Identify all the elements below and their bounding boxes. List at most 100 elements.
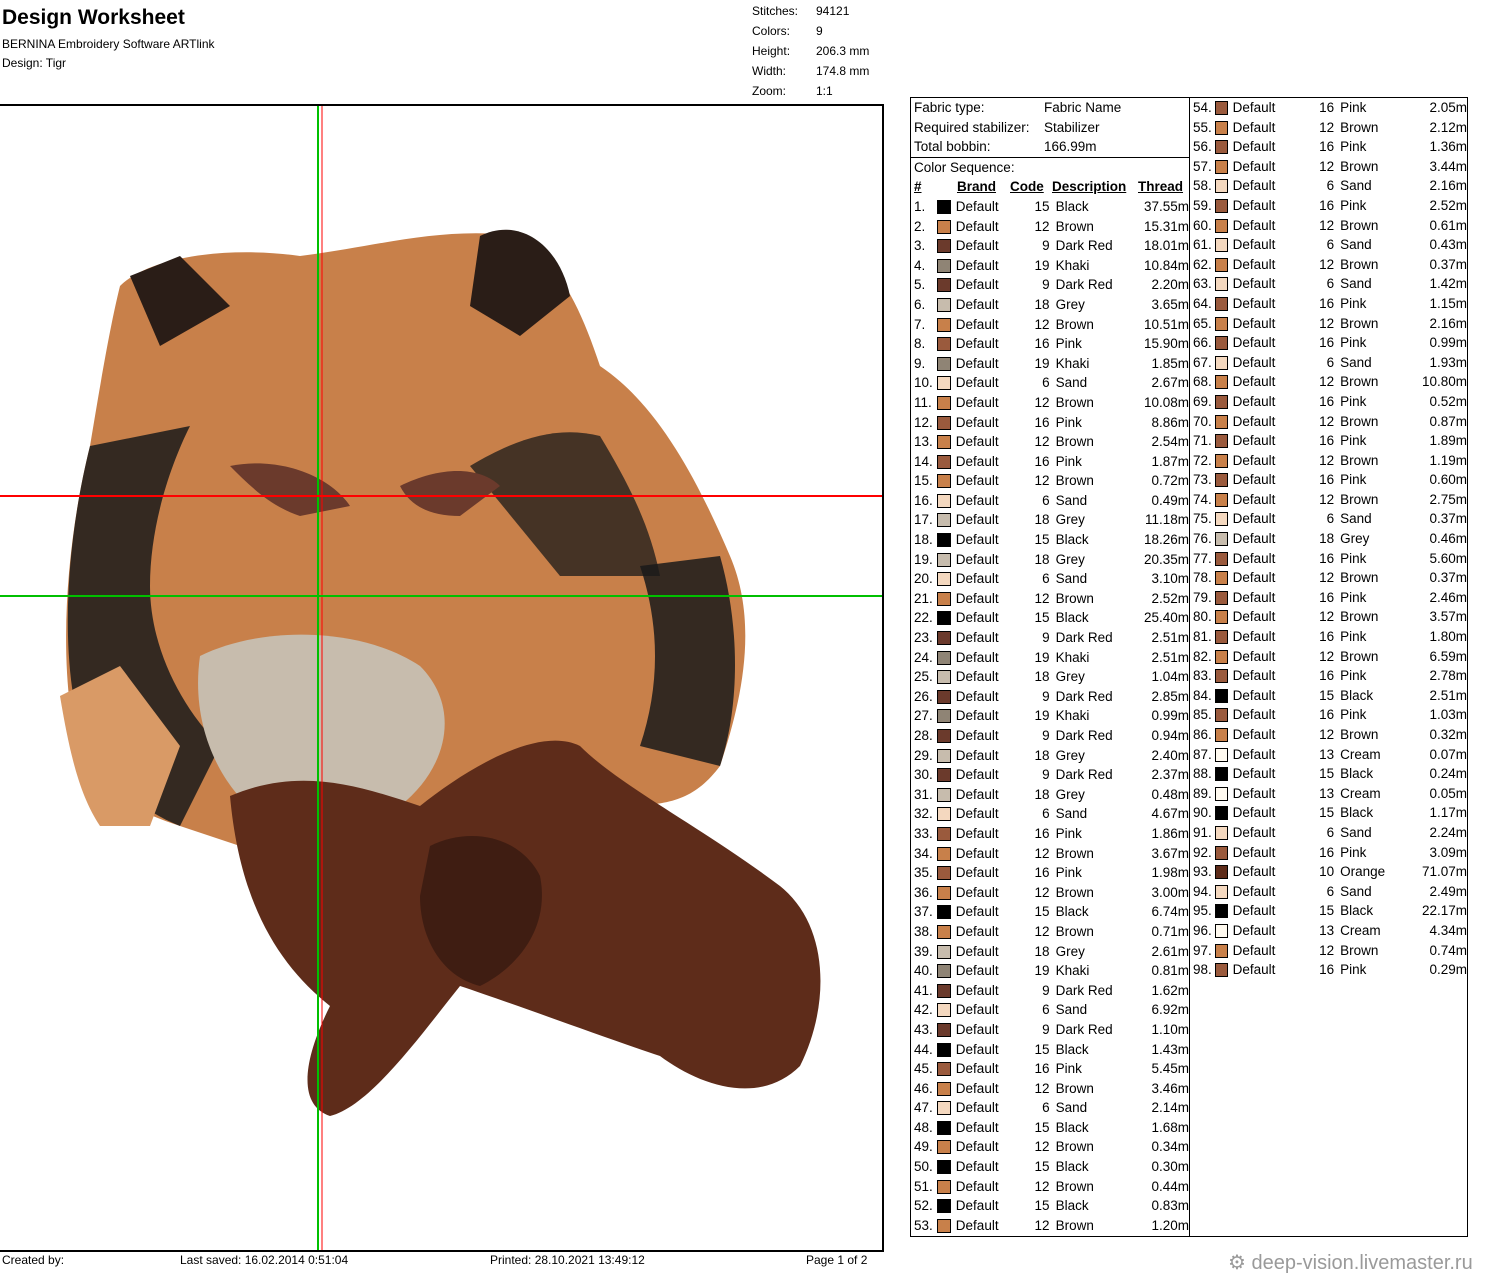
table-row: 38. Default 12 Brown 0.71m — [914, 923, 1189, 939]
table-row: 33. Default 16 Pink 1.86m — [914, 825, 1189, 841]
table-row: 65. Default 12 Brown 2.16m — [1193, 315, 1467, 331]
table-row: 8. Default 16 Pink 15.90m — [914, 336, 1189, 352]
table-row: 71. Default 16 Pink 1.89m — [1193, 433, 1467, 449]
color-swatch — [937, 454, 951, 469]
table-row: 44. Default 15 Black 1.43m — [914, 1041, 1189, 1057]
color-swatch — [937, 1022, 951, 1037]
table-row: 50. Default 15 Black 0.30m — [914, 1159, 1189, 1175]
design-preview — [0, 104, 884, 1252]
color-swatch — [937, 474, 951, 489]
table-row: 19. Default 18 Grey 20.35m — [914, 551, 1189, 567]
table-row: 26. Default 9 Dark Red 2.85m — [914, 688, 1189, 704]
table-row: 35. Default 16 Pink 1.98m — [914, 865, 1189, 881]
color-swatch — [937, 199, 951, 214]
table-row: 70. Default 12 Brown 0.87m — [1193, 413, 1467, 429]
zoom-level: 1:1 — [816, 84, 833, 98]
color-swatch — [1214, 728, 1228, 742]
table-row: 10. Default 6 Sand 2.67m — [914, 375, 1189, 391]
table-row: 51. Default 12 Brown 0.44m — [914, 1178, 1189, 1194]
color-swatch — [937, 807, 951, 822]
table-row: 11. Default 12 Brown 10.08m — [914, 394, 1189, 410]
color-sequence-panel: Fabric type: Fabric Name Required stabili… — [910, 97, 1190, 1237]
color-swatch — [1214, 238, 1228, 253]
color-swatch — [937, 278, 951, 293]
footer-created-by: Created by: — [2, 1253, 65, 1267]
color-swatch — [1214, 473, 1228, 488]
color-swatch — [937, 650, 951, 665]
table-row: 25. Default 18 Grey 1.04m — [914, 669, 1189, 685]
color-swatch — [937, 1062, 951, 1077]
color-swatch — [1214, 179, 1228, 194]
table-row: 47. Default 6 Sand 2.14m — [914, 1100, 1189, 1116]
table-row: 7. Default 12 Brown 10.51m — [914, 316, 1189, 332]
table-row: 88. Default 15 Black 0.24m — [1193, 766, 1467, 782]
color-swatch — [1214, 336, 1228, 351]
footer-printed: Printed: 28.10.2021 13:49:12 — [490, 1253, 645, 1267]
color-swatch — [937, 924, 951, 939]
table-row: 91. Default 6 Sand 2.24m — [1193, 824, 1467, 840]
color-swatch — [937, 219, 951, 234]
color-swatch — [1214, 904, 1228, 919]
table-row: 24. Default 19 Khaki 2.51m — [914, 649, 1189, 665]
total-bobbin: 166.99m — [1044, 139, 1097, 155]
color-swatch — [1214, 316, 1228, 331]
table-row: 95. Default 15 Black 22.17m — [1193, 903, 1467, 919]
table-row: 46. Default 12 Brown 3.46m — [914, 1080, 1189, 1096]
table-row: 18. Default 15 Black 18.26m — [914, 532, 1189, 548]
software-name: BERNINA Embroidery Software ARTlink — [2, 37, 215, 51]
color-swatch — [937, 846, 951, 861]
table-row: 72. Default 12 Brown 1.19m — [1193, 452, 1467, 468]
table-row: 48. Default 15 Black 1.68m — [914, 1119, 1189, 1135]
color-swatch — [937, 1042, 951, 1057]
table-row: 58. Default 6 Sand 2.16m — [1193, 178, 1467, 194]
table-row: 32. Default 6 Sand 4.67m — [914, 806, 1189, 822]
color-count: 9 — [816, 24, 823, 38]
color-swatch — [937, 513, 951, 528]
color-swatch — [937, 866, 951, 881]
color-swatch — [937, 964, 951, 979]
design-width: 174.8 mm — [816, 64, 870, 78]
table-row: 1. Default 15 Black 37.55m — [914, 198, 1189, 214]
table-row: 31. Default 18 Grey 0.48m — [914, 786, 1189, 802]
color-swatch — [937, 376, 951, 391]
design-name: Design: Tigr — [2, 56, 67, 70]
color-swatch — [937, 337, 951, 352]
color-swatch — [937, 356, 951, 371]
color-swatch — [937, 983, 951, 998]
table-row: 54. Default 16 Pink 2.05m — [1193, 100, 1467, 115]
table-row: 22. Default 15 Black 25.40m — [914, 610, 1189, 626]
table-row: 34. Default 12 Brown 3.67m — [914, 845, 1189, 861]
color-swatch — [937, 670, 951, 685]
table-row: 29. Default 18 Grey 2.40m — [914, 747, 1189, 763]
color-swatch — [1214, 355, 1228, 370]
color-swatch — [1214, 923, 1228, 938]
color-swatch — [1214, 198, 1228, 213]
table-row: 45. Default 16 Pink 5.45m — [914, 1061, 1189, 1077]
color-swatch — [937, 572, 951, 587]
color-swatch — [937, 729, 951, 743]
color-swatch — [1214, 434, 1228, 449]
worksheet-title: Design Worksheet — [2, 6, 185, 29]
color-swatch — [937, 1160, 951, 1175]
table-row: 36. Default 12 Brown 3.00m — [914, 884, 1189, 900]
color-swatch — [1214, 571, 1228, 586]
color-swatch — [937, 1179, 951, 1194]
table-row: 94. Default 6 Sand 2.49m — [1193, 883, 1467, 899]
table-row: 82. Default 12 Brown 6.59m — [1193, 648, 1467, 664]
table-row: 69. Default 16 Pink 0.52m — [1193, 393, 1467, 409]
design-height: 206.3 mm — [816, 44, 870, 58]
color-swatch — [1214, 767, 1228, 782]
color-swatch — [1214, 257, 1228, 272]
table-row: 37. Default 15 Black 6.74m — [914, 904, 1189, 920]
table-row: 66. Default 16 Pink 0.99m — [1193, 335, 1467, 351]
table-row: 12. Default 16 Pink 8.86m — [914, 414, 1189, 430]
color-swatch — [1214, 825, 1228, 840]
table-row: 40. Default 19 Khaki 0.81m — [914, 963, 1189, 979]
color-swatch — [1214, 963, 1228, 978]
color-swatch — [1214, 218, 1228, 233]
color-swatch — [937, 787, 951, 802]
color-swatch — [937, 1218, 951, 1233]
table-row: 14. Default 16 Pink 1.87m — [914, 453, 1189, 469]
table-row: 76. Default 18 Grey 0.46m — [1193, 531, 1467, 547]
color-swatch — [937, 552, 951, 567]
